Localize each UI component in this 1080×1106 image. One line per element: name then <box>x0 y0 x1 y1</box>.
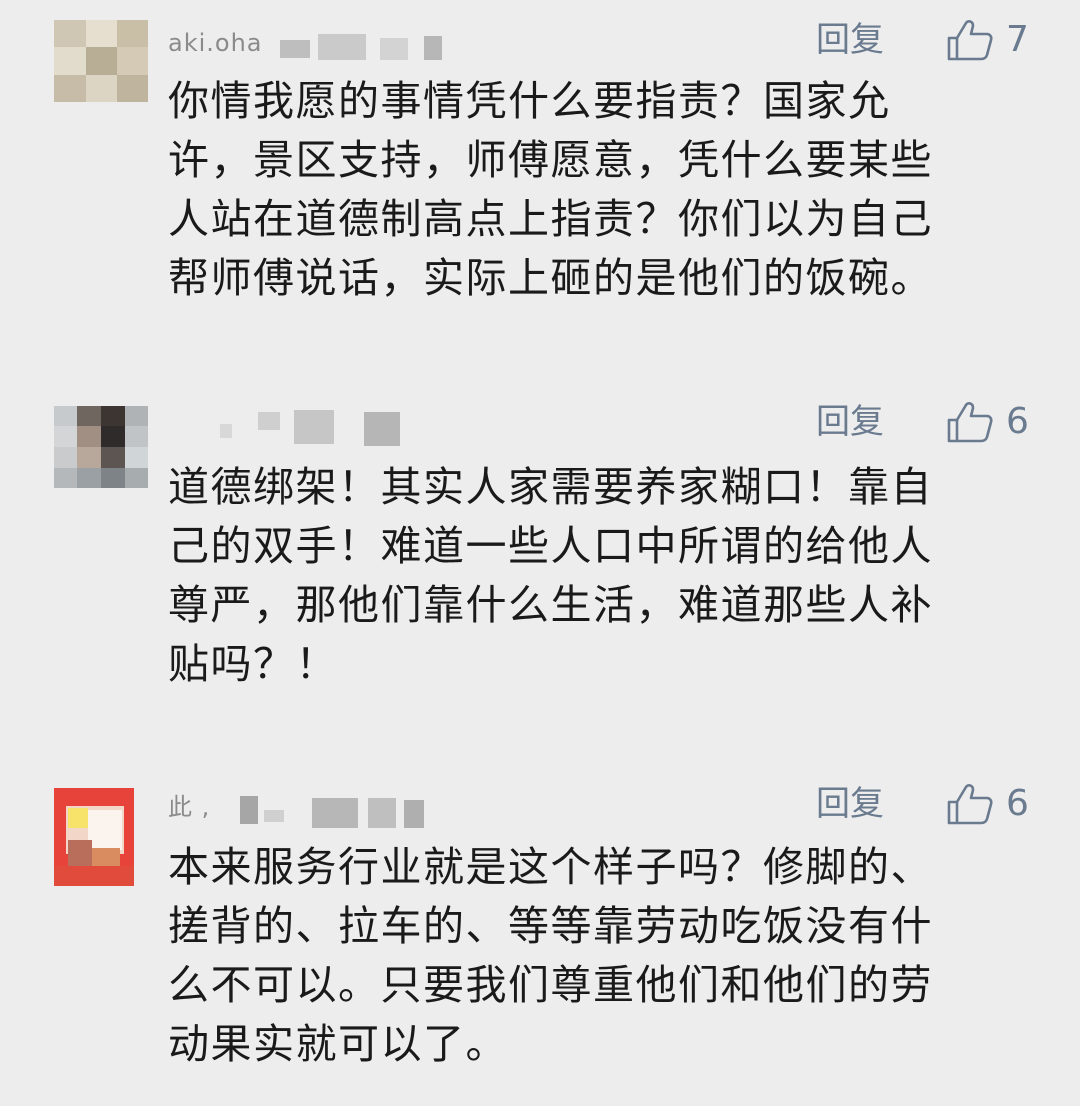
comment-text: 你情我愿的事情凭什么要指责？国家允 许，景区支持，师傅愿意，凭什么要某些 人站在… <box>168 77 933 302</box>
username-text: aki.oha <box>168 29 263 57</box>
username[interactable]: 此 , <box>168 790 438 830</box>
comment-text: 道德绑架！其实人家需要养家糊口！靠自 己的双手！难道一些人口中所谓的给他人 尊严… <box>168 463 933 688</box>
thumbs-up-icon[interactable] <box>946 400 994 444</box>
like-count: 6 <box>1006 401 1029 442</box>
avatar[interactable] <box>54 788 134 886</box>
like-count: 7 <box>1006 19 1029 60</box>
thumbs-up-icon[interactable] <box>946 18 994 62</box>
reply-button[interactable]: 回复 <box>816 784 884 824</box>
reply-button[interactable]: 回复 <box>816 402 884 442</box>
comment-text: 本来服务行业就是这个样子吗？修脚的、 搓背的、拉车的、等等靠劳动吃饭没有什 么不… <box>168 843 933 1068</box>
comment-list: aki.oha 回复 7 你情我愿的事情凭什么要指责？国家允 许，景区支持，师傅… <box>0 0 1080 1106</box>
comment-item: 回复 6 道德绑架！其实人家需要养家糊口！靠自 己的双手！难道一些人口中所谓的给… <box>0 380 1080 740</box>
username-text: 此 , <box>168 793 211 821</box>
like-count: 6 <box>1006 783 1029 824</box>
comment-item: aki.oha 回复 7 你情我愿的事情凭什么要指责？国家允 许，景区支持，师傅… <box>0 0 1080 360</box>
comment-item: 此 , 回复 6 本来服务行业就是这个样子吗？修脚的、 搓背的、拉车的、等等靠劳… <box>0 762 1080 1106</box>
username[interactable] <box>168 406 418 446</box>
thumbs-up-icon[interactable] <box>946 782 994 826</box>
avatar[interactable] <box>54 20 148 102</box>
username[interactable]: aki.oha <box>168 26 458 66</box>
reply-button[interactable]: 回复 <box>816 20 884 60</box>
avatar[interactable] <box>54 406 148 488</box>
